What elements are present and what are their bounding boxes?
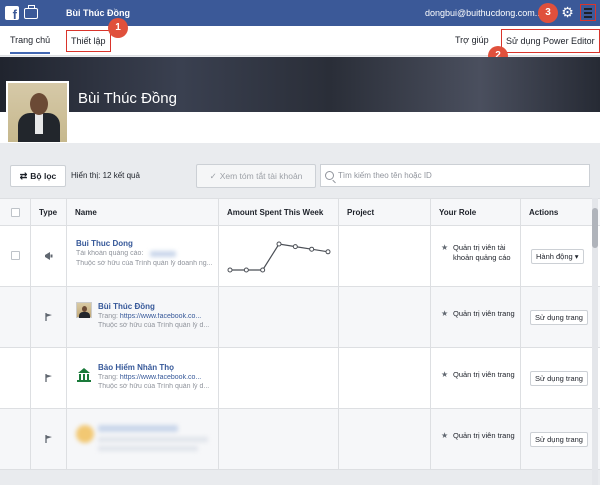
page-url-link[interactable]: https://www.facebook.co... <box>120 374 201 381</box>
menu-icon[interactable] <box>580 4 596 21</box>
filter-button[interactable]: ⇄ Bộ lọc <box>10 165 66 187</box>
flag-icon <box>45 435 52 443</box>
user-email[interactable]: dongbui@buithucdong.com... <box>425 8 542 18</box>
sparkline-point <box>260 267 266 273</box>
page-name-link[interactable]: Bùi Thúc Đồng <box>98 302 155 311</box>
toolbar: ⇄ Bộ lọc Hiển thị: 12 kết quả ✓ Xem tóm … <box>0 160 600 192</box>
page-owner: Thuộc sở hữu của Trình quản lý d... <box>98 383 210 390</box>
use-page-button[interactable]: Sử dụng trang <box>530 371 588 386</box>
your-role: Quản trị viên tài khoản quảng cáo <box>441 243 517 263</box>
page-url: Trang: https://www.facebook.co... <box>98 374 202 381</box>
table-row: Quản trị viên trang Sử dụng trang <box>0 409 600 470</box>
page-owner: Thuộc sở hữu của Trình quản lý d... <box>98 322 210 329</box>
blurred-name <box>98 425 178 432</box>
sparkline-point <box>292 244 298 250</box>
help-link[interactable]: Trợ giúp <box>455 35 489 45</box>
profile-name: Bùi Thúc Đồng <box>78 90 177 107</box>
table-row: Bui Thuc Dong Tài khoản quảng cáo: Thuộc… <box>0 226 600 287</box>
sub-navigation: Trang chủ Thiết lập Trợ giúp Sử dụng Pow… <box>0 26 600 56</box>
accounts-table: Type Name Amount Spent This Week Project… <box>0 198 600 470</box>
sparkline-point <box>243 267 249 273</box>
tab-home[interactable]: Trang chủ <box>10 35 51 54</box>
your-role: Quản trị viên trang <box>441 431 517 441</box>
gear-icon[interactable]: ⚙ <box>560 5 575 20</box>
spend-sparkline <box>227 241 331 273</box>
account-id: Tài khoản quảng cáo: <box>76 250 144 257</box>
filter-label: Bộ lọc <box>30 171 57 181</box>
sparkline-point <box>276 241 282 247</box>
briefcase-icon[interactable] <box>24 4 38 19</box>
step-badge-3: 3 <box>538 3 558 23</box>
table-row: Bùi Thúc Đồng Trang: https://www.faceboo… <box>0 287 600 348</box>
results-count: Hiển thị: 12 kết quả <box>71 171 140 180</box>
page-url: Trang: https://www.facebook.co... <box>98 313 202 320</box>
row-checkbox[interactable] <box>11 251 20 260</box>
header-type[interactable]: Type <box>30 199 66 227</box>
sparkline-point <box>227 267 233 273</box>
blurred-id <box>150 251 176 257</box>
sparkline-point <box>309 246 315 252</box>
header-name[interactable]: Name <box>66 199 218 227</box>
insurance-logo-icon[interactable] <box>76 367 92 383</box>
your-role: Quản trị viên trang <box>441 370 517 380</box>
your-role: Quản trị viên trang <box>441 309 517 319</box>
search-icon <box>325 171 334 180</box>
use-page-button[interactable]: Sử dụng trang <box>530 310 588 325</box>
account-owner: Thuộc sở hữu của Trình quản lý doanh ng.… <box>76 260 212 267</box>
header-project[interactable]: Project <box>338 199 430 227</box>
cover-lower <box>0 112 600 143</box>
page-thumbnail[interactable] <box>76 302 92 318</box>
table-header: Type Name Amount Spent This Week Project… <box>0 198 600 227</box>
use-page-button[interactable]: Sử dụng trang <box>530 432 588 447</box>
page-name-link[interactable]: Bảo Hiểm Nhân Thọ <box>98 363 174 372</box>
page-url-link[interactable]: https://www.facebook.co... <box>120 313 201 320</box>
summary-label: Xem tóm tắt tài khoản <box>219 171 303 181</box>
summary-button[interactable]: ✓ Xem tóm tắt tài khoản <box>196 164 316 188</box>
select-all-checkbox[interactable] <box>11 208 20 217</box>
blurred-owner <box>98 446 198 451</box>
header-amount-spent[interactable]: Amount Spent This Week <box>218 199 338 227</box>
step-badge-1: 1 <box>108 18 128 38</box>
search-input[interactable] <box>338 171 578 180</box>
header-role[interactable]: Your Role <box>430 199 520 227</box>
search-box[interactable] <box>320 164 590 187</box>
cover-banner: Bùi Thúc Đồng <box>0 57 600 143</box>
check-icon: ✓ <box>209 170 217 181</box>
business-title: Bùi Thúc Đồng <box>66 8 130 18</box>
megaphone-icon <box>45 252 53 260</box>
account-name-link[interactable]: Bui Thuc Dong <box>76 239 133 248</box>
tab-settings[interactable]: Thiết lập <box>66 30 111 52</box>
flag-icon <box>45 374 52 382</box>
header-actions[interactable]: Actions <box>520 199 600 227</box>
table-row: Bảo Hiểm Nhân Thọ Trang: https://www.fac… <box>0 348 600 409</box>
power-editor-button[interactable]: Sử dụng Power Editor <box>501 29 600 53</box>
avatar[interactable] <box>6 81 69 143</box>
filter-icon: ⇄ <box>19 170 28 181</box>
flag-icon <box>45 313 52 321</box>
blurred-url <box>98 437 208 442</box>
scrollbar-thumb[interactable] <box>592 208 598 248</box>
actions-dropdown[interactable]: Hành động ▾ <box>531 249 584 264</box>
blurred-thumbnail <box>76 425 94 443</box>
sparkline-point <box>325 249 331 255</box>
facebook-logo-icon[interactable] <box>5 6 19 22</box>
